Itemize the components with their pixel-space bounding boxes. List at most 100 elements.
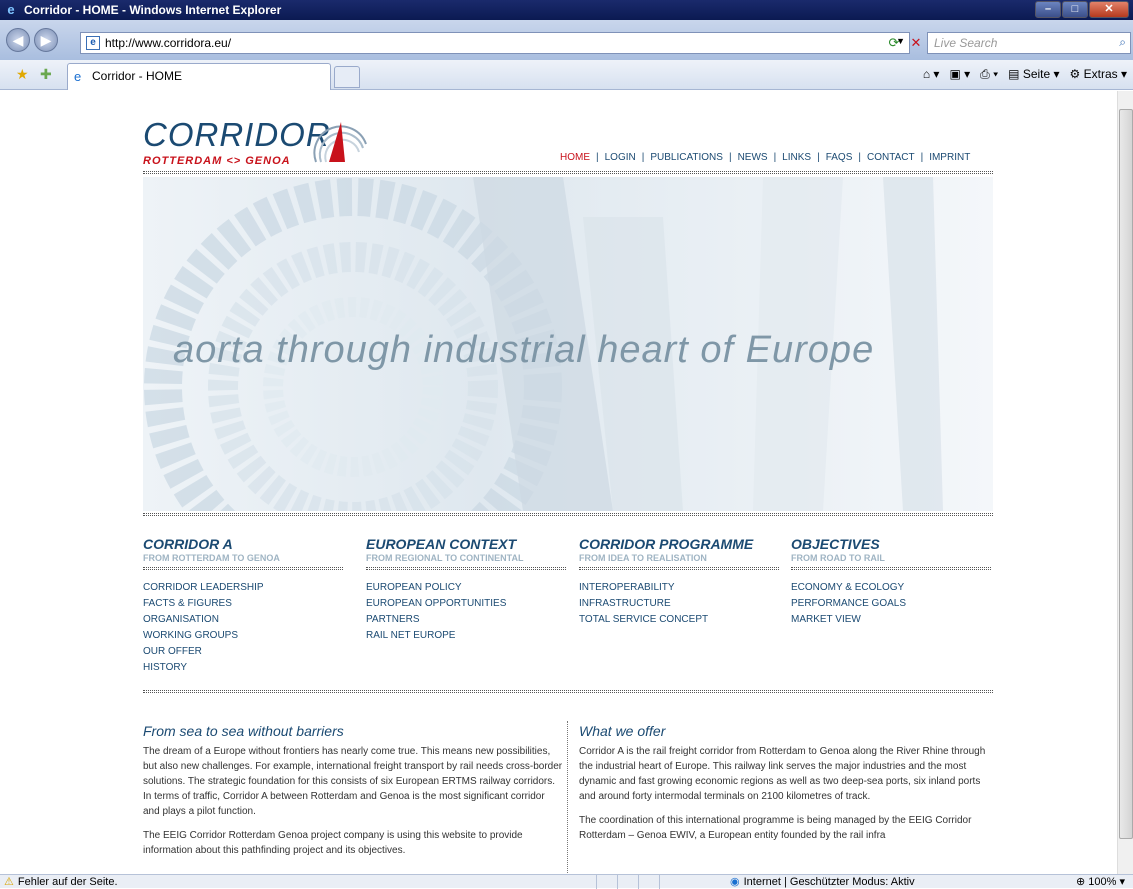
stop-icon[interactable]: ✕: [906, 33, 926, 53]
section-rule: [579, 567, 779, 570]
address-bar[interactable]: e http://www.corridora.eu/ ▼: [80, 32, 910, 54]
page-error-indicator[interactable]: ⚠ Fehler auf der Seite.: [4, 875, 118, 889]
article-paragraph: Corridor A is the rail freight corridor …: [579, 746, 986, 802]
nav-faqs[interactable]: FAQS: [826, 152, 853, 163]
logo-name: CORRIDOR: [143, 116, 331, 153]
page-menu[interactable]: ▤ Seite ▾: [1008, 67, 1059, 82]
nav-home[interactable]: HOME: [560, 152, 590, 163]
article-paragraph: The dream of a Europe without frontiers …: [143, 746, 563, 817]
new-tab-button[interactable]: [334, 66, 360, 88]
page-icon: e: [86, 36, 100, 50]
page-content: CORRIDOR ROTTERDAM <> GENOA HOME | LOGIN |…: [0, 91, 1117, 874]
status-separators: [596, 875, 706, 889]
search-placeholder: Live Search: [934, 36, 998, 50]
article-title: What we offer: [579, 723, 666, 739]
section-corridor-a: CORRIDOR A FROM ROTTERDAM TO GENOA CORRI…: [143, 536, 343, 676]
link-history[interactable]: HISTORY: [143, 660, 343, 676]
nav-contact[interactable]: CONTACT: [867, 152, 915, 163]
maximize-button[interactable]: □: [1062, 1, 1088, 18]
zoom-icon: ⊕: [1076, 876, 1086, 888]
link-economy-ecology[interactable]: ECONOMY & ECOLOGY: [791, 580, 991, 596]
page-menu-label: Seite: [1022, 67, 1051, 81]
error-text: Fehler auf der Seite.: [17, 875, 118, 888]
link-working-groups[interactable]: WORKING GROUPS: [143, 628, 343, 644]
link-our-offer[interactable]: OUR OFFER: [143, 644, 343, 660]
link-infrastructure[interactable]: INFRASTRUCTURE: [579, 596, 779, 612]
zoom-control[interactable]: ⊕ 100% ▾: [1076, 875, 1125, 888]
nav-imprint[interactable]: IMPRINT: [929, 152, 970, 163]
status-bar: ⚠ Fehler auf der Seite. ◉ Internet | Ges…: [0, 874, 1133, 889]
forward-button[interactable]: ▶: [34, 28, 58, 52]
section-rule: [143, 567, 343, 570]
zone-text: Internet | Geschützter Modus: Aktiv: [743, 875, 915, 888]
tab-command-bar: ★ ✚ e Corridor - HOME ⌂ ▾ ▣ ▾ ⎙ ▾ ▤ Seit…: [0, 60, 1133, 90]
link-facts-figures[interactable]: FACTS & FIGURES: [143, 596, 343, 612]
link-market-view[interactable]: MARKET VIEW: [791, 612, 991, 628]
nav-publications[interactable]: PUBLICATIONS: [650, 152, 723, 163]
security-zone[interactable]: ◉ Internet | Geschützter Modus: Aktiv: [730, 875, 915, 889]
link-corridor-leadership[interactable]: CORRIDOR LEADERSHIP: [143, 580, 343, 596]
article-paragraph: The EEIG Corridor Rotterdam Genoa projec…: [143, 830, 523, 856]
warning-icon: ⚠: [4, 876, 14, 888]
address-toolbar: ◀ ▶ e http://www.corridora.eu/ ▼ ⟳ ✕ Liv…: [0, 20, 1133, 60]
nav-news[interactable]: NEWS: [738, 152, 768, 163]
section-title[interactable]: OBJECTIVES: [791, 536, 991, 552]
scrollbar-thumb[interactable]: [1119, 109, 1133, 839]
article-divider: [567, 721, 568, 874]
minimize-button[interactable]: –: [1035, 1, 1061, 18]
home-icon[interactable]: ⌂ ▾: [923, 67, 940, 82]
extras-menu[interactable]: ⚙ Extras ▾: [1070, 67, 1127, 82]
content-divider: [143, 690, 993, 693]
section-subtitle: FROM ROTTERDAM TO GENOA: [143, 553, 280, 563]
link-european-policy[interactable]: EUROPEAN POLICY: [366, 580, 566, 596]
section-rule: [791, 567, 991, 570]
refresh-icon[interactable]: ⟳: [884, 33, 904, 53]
globe-icon: ◉: [730, 876, 740, 888]
corridor-logo[interactable]: CORRIDOR ROTTERDAM <> GENOA: [143, 116, 373, 176]
section-title[interactable]: EUROPEAN CONTEXT: [366, 536, 566, 552]
link-european-opportunities[interactable]: EUROPEAN OPPORTUNITIES: [366, 596, 566, 612]
nav-login[interactable]: LOGIN: [605, 152, 636, 163]
window-controls: – □ ✕: [1035, 1, 1129, 18]
article-what-we-offer: What we offer Corridor A is the rail fre…: [579, 723, 999, 852]
section-corridor-programme: CORRIDOR PROGRAMME FROM IDEA TO REALISAT…: [579, 536, 779, 628]
address-url: http://www.corridora.eu/: [105, 36, 232, 50]
link-partners[interactable]: PARTNERS: [366, 612, 566, 628]
section-rule: [366, 567, 566, 570]
favorites-star-icon[interactable]: ★: [16, 66, 29, 83]
nav-links[interactable]: LINKS: [782, 152, 811, 163]
link-performance-goals[interactable]: PERFORMANCE GOALS: [791, 596, 991, 612]
logo-route: ROTTERDAM <> GENOA: [143, 155, 291, 167]
section-subtitle: FROM IDEA TO REALISATION: [579, 553, 707, 563]
window-titlebar: e Corridor - HOME - Windows Internet Exp…: [0, 0, 1133, 20]
extras-menu-label: Extras: [1083, 67, 1118, 81]
close-button[interactable]: ✕: [1089, 1, 1129, 18]
link-organisation[interactable]: ORGANISATION: [143, 612, 343, 628]
back-button[interactable]: ◀: [6, 28, 30, 52]
feeds-icon[interactable]: ▣ ▾: [949, 67, 970, 82]
article-title: From sea to sea without barriers: [143, 723, 344, 739]
add-favorites-icon[interactable]: ✚: [40, 66, 52, 83]
section-subtitle: FROM REGIONAL TO CONTINENTAL: [366, 553, 524, 563]
hero-banner: aorta through industrial heart of Europe: [143, 177, 993, 511]
vertical-scrollbar[interactable]: [1117, 91, 1133, 874]
link-rail-net-europe[interactable]: RAIL NET EUROPE: [366, 628, 566, 644]
command-tools: ⌂ ▾ ▣ ▾ ⎙ ▾ ▤ Seite ▾ ⚙ Extras ▾: [923, 67, 1127, 82]
link-interoperability[interactable]: INTEROPERABILITY: [579, 580, 779, 596]
tab-page-icon: e: [74, 69, 82, 84]
section-title[interactable]: CORRIDOR A: [143, 536, 343, 552]
article-sea-to-sea: From sea to sea without barriers The dre…: [143, 723, 563, 867]
section-title[interactable]: CORRIDOR PROGRAMME: [579, 536, 779, 552]
search-input[interactable]: Live Search ⌕: [927, 32, 1131, 54]
print-icon[interactable]: ⎙ ▾: [980, 67, 998, 82]
section-objectives: OBJECTIVES FROM ROAD TO RAIL ECONOMY & E…: [791, 536, 991, 628]
section-european-context: EUROPEAN CONTEXT FROM REGIONAL TO CONTIN…: [366, 536, 566, 644]
search-icon[interactable]: ⌕: [1119, 35, 1126, 50]
top-navigation: HOME | LOGIN | PUBLICATIONS | NEWS | LINKS | …: [560, 152, 971, 163]
logo-arc-icon: [313, 122, 367, 163]
window-title: Corridor - HOME - Windows Internet Explo…: [24, 3, 282, 17]
article-paragraph: The coordination of this international p…: [579, 815, 972, 841]
tab-corridor-home[interactable]: e Corridor - HOME: [67, 63, 331, 90]
tab-title: Corridor - HOME: [92, 69, 183, 83]
link-total-service-concept[interactable]: TOTAL SERVICE CONCEPT: [579, 612, 779, 628]
